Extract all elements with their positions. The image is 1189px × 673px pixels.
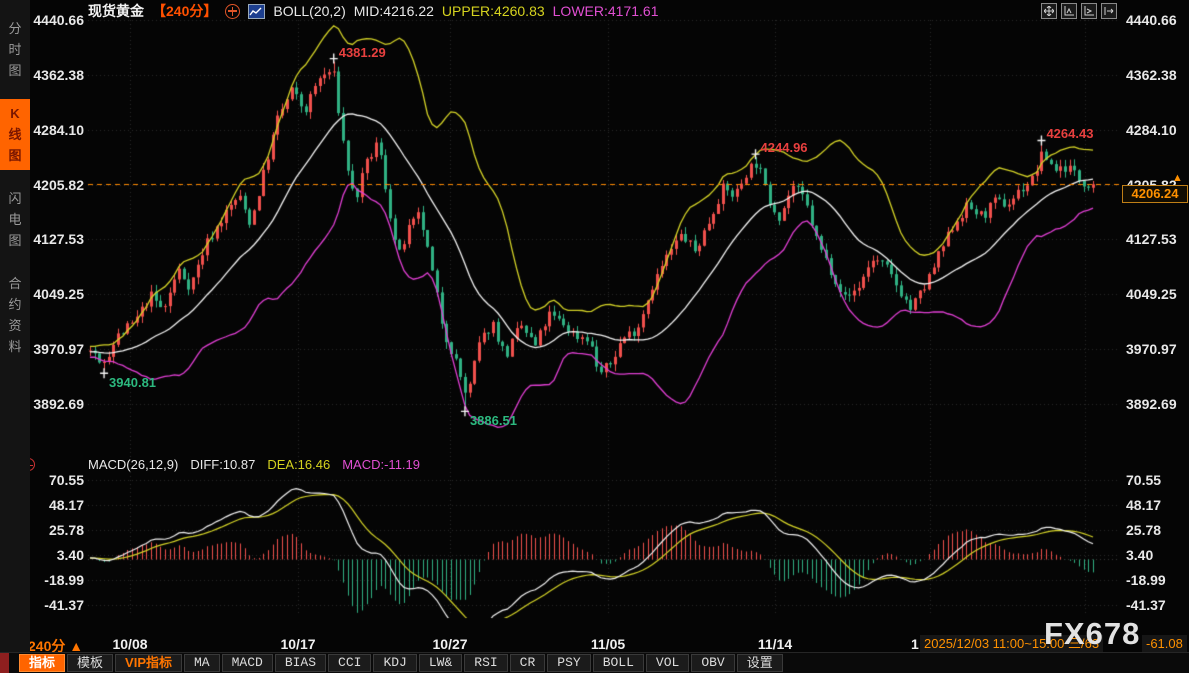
pan-move-icon[interactable] <box>1041 3 1057 19</box>
toolbar-button-LW&[interactable]: LW& <box>419 654 462 672</box>
macd-header: MACD(26,12,9) DIFF:10.87 DEA:16.46 MACD:… <box>88 457 420 472</box>
instrument-name: 现货黄金 <box>88 1 144 21</box>
chart-style-icon[interactable] <box>248 4 265 19</box>
macd-dea-value: DEA:16.46 <box>267 457 330 472</box>
price-up-arrow-icon: ▲ <box>1172 172 1183 184</box>
price-axis-label-right: 3892.69 <box>1126 396 1188 412</box>
sidebar-tab-闪电图[interactable]: 闪电图 <box>0 184 30 255</box>
sidebar-tab-K线图[interactable]: K线图 <box>0 99 30 170</box>
x-axis-label: 10/08 <box>112 636 147 652</box>
macd-axis-label-left: 3.40 <box>22 547 84 563</box>
toolbar-button-VOL[interactable]: VOL <box>646 654 689 672</box>
price-axis-label-left: 4205.82 <box>22 177 84 193</box>
window-controls <box>1041 3 1117 19</box>
price-axis-label-right: 4362.38 <box>1126 67 1188 83</box>
sidebar-tab-分时图[interactable]: 分时图 <box>0 14 30 85</box>
high-price-annotation: 4244.96 <box>761 140 808 155</box>
boll-lower-value: LOWER:4171.61 <box>553 3 659 19</box>
toolbar-button-BOLL[interactable]: BOLL <box>593 654 644 672</box>
price-axis-label-right: 4440.66 <box>1126 12 1188 28</box>
price-axis-label-left: 4049.25 <box>22 286 84 302</box>
price-axis-label-right: 4127.53 <box>1126 231 1188 247</box>
toolbar-button-BIAS[interactable]: BIAS <box>275 654 326 672</box>
fit-x-axis-icon[interactable] <box>1081 3 1097 19</box>
macd-indicator-label: MACD(26,12,9) <box>88 457 178 472</box>
sidebar-tab-合约资料[interactable]: 合约资料 <box>0 269 30 361</box>
price-axis-label-right: 3970.97 <box>1126 341 1188 357</box>
boll-mid-value: MID:4216.22 <box>354 3 434 19</box>
macd-diff-value: DIFF:10.87 <box>190 457 255 472</box>
toolbar-button-RSI[interactable]: RSI <box>464 654 507 672</box>
toolbar-button-MACD[interactable]: MACD <box>222 654 273 672</box>
price-axis-label-left: 4440.66 <box>22 12 84 28</box>
x-axis-label: 11/14 <box>758 636 792 652</box>
toolbar-button-模板[interactable]: 模板 <box>67 654 113 672</box>
watermark-logo: FX678 <box>1044 616 1140 652</box>
price-axis-label-right: 4049.25 <box>1126 286 1188 302</box>
toolbar-button-PSY[interactable]: PSY <box>547 654 590 672</box>
chart-type-sidebar: 分时图 K线图闪电图合约资料 <box>0 0 30 673</box>
indicator-toolbar: 指标模板VIP指标MAMACDBIASCCIKDJLW&RSICRPSYBOLL… <box>0 652 1189 673</box>
chart-header: 现货黄金 【240分】 BOLL(20,2) MID:4216.22 UPPER… <box>88 2 658 20</box>
macd-axis-label-right: 25.78 <box>1126 522 1188 538</box>
chart-window: 分时图 K线图闪电图合约资料 现货黄金 【240分】 BOLL(20,2) MID… <box>0 0 1189 673</box>
toolbar-button-OBV[interactable]: OBV <box>691 654 734 672</box>
high-price-annotation: 4264.43 <box>1046 126 1093 141</box>
price-axis-label-right: 4284.10 <box>1126 122 1188 138</box>
price-axis-label-left: 4127.53 <box>22 231 84 247</box>
price-chart-canvas[interactable] <box>0 0 1189 673</box>
macd-macd-value: MACD:-11.19 <box>342 457 420 472</box>
toolbar-button-MA[interactable]: MA <box>184 654 220 672</box>
price-axis-label-left: 4284.10 <box>22 122 84 138</box>
macd-axis-label-right: 3.40 <box>1126 547 1188 563</box>
toolbar-button-KDJ[interactable]: KDJ <box>373 654 416 672</box>
toolbar-button-设置[interactable]: 设置 <box>737 654 783 672</box>
price-axis-label-left: 3892.69 <box>22 396 84 412</box>
x-label-partial: 1 <box>911 636 919 652</box>
macd-axis-label-right: -41.37 <box>1126 597 1188 613</box>
price-axis-label-left: 3970.97 <box>22 341 84 357</box>
low-price-annotation: 3886.51 <box>470 413 517 428</box>
macd-axis-label-left: 48.17 <box>22 497 84 513</box>
shift-right-icon[interactable] <box>1101 3 1117 19</box>
x-axis-label: 10/27 <box>432 636 467 652</box>
toolbar-button-CR[interactable]: CR <box>510 654 546 672</box>
toolbar-button-VIP指标[interactable]: VIP指标 <box>115 654 182 672</box>
macd-axis-label-right: -18.99 <box>1126 572 1188 588</box>
macd-axis-label-right: 70.55 <box>1126 472 1188 488</box>
toolbar-button-指标[interactable]: 指标 <box>19 654 65 672</box>
high-price-annotation: 4381.29 <box>339 45 386 60</box>
boll-indicator-label: BOLL(20,2) <box>273 3 345 19</box>
corner-marker <box>0 653 9 673</box>
macd-axis-label-right: 48.17 <box>1126 497 1188 513</box>
macd-axis-label-left: -18.99 <box>22 572 84 588</box>
period-label: 【240分】 <box>152 1 217 21</box>
macd-axis-label-left: 70.55 <box>22 472 84 488</box>
price-axis-label-left: 4362.38 <box>22 67 84 83</box>
toolbar-button-CCI[interactable]: CCI <box>328 654 371 672</box>
fit-y-axis-icon[interactable] <box>1061 3 1077 19</box>
boll-upper-value: UPPER:4260.83 <box>442 3 545 19</box>
change-value: -61.08 <box>1142 635 1187 652</box>
macd-axis-label-left: -41.37 <box>22 597 84 613</box>
current-price-box: 4206.24 <box>1122 185 1188 203</box>
low-price-annotation: 3940.81 <box>109 375 156 390</box>
macd-axis-label-left: 25.78 <box>22 522 84 538</box>
add-compare-icon[interactable] <box>225 4 240 19</box>
x-axis-label: 10/17 <box>280 636 315 652</box>
x-axis-label: 11/05 <box>591 636 625 652</box>
